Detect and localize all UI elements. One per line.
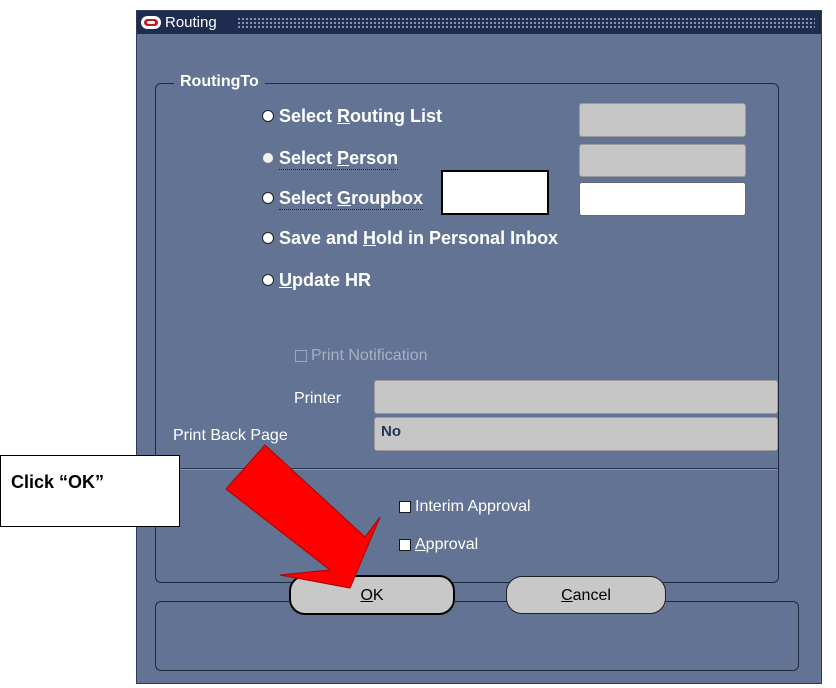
radio-button-icon[interactable] [262,232,274,244]
interim-approval-label: Interim Approval [415,498,531,515]
radio-label: Select Groupbox [279,188,424,210]
groupbox-field[interactable] [579,182,746,216]
radio-label: Select Routing List [279,106,443,126]
print-back-page-label: Print Back Page [173,427,288,444]
annotation-highlight-box [441,170,549,215]
group-divider [156,468,778,469]
print-notification-label: Print Notification [311,347,428,364]
approval-label: Approval [415,536,479,553]
radio-label: Save and Hold in Personal Inbox [279,228,559,248]
routing-to-group: RoutingTo Select Routing List Select Per… [155,73,779,583]
checkbox-icon[interactable] [399,539,411,551]
cancel-button[interactable]: Cancel [506,576,666,614]
checkbox-icon[interactable] [295,350,307,362]
routing-to-legend: RoutingTo [174,73,265,91]
person-field[interactable] [579,144,746,177]
window-title: Routing [165,14,217,31]
radio-button-icon[interactable] [262,274,274,286]
radio-button-icon[interactable] [262,152,274,164]
print-back-page-field[interactable]: No [374,417,778,451]
annotation-callout: Click “OK” [0,455,180,527]
printer-label: Printer [294,390,342,407]
title-bar[interactable]: Routing [137,11,821,34]
ok-button[interactable]: OK [289,575,455,615]
radio-label: Select Person [279,148,399,170]
checkbox-icon[interactable] [399,501,411,513]
printer-field[interactable] [374,380,778,414]
title-bar-pattern [237,17,815,28]
button-group [155,601,799,671]
radio-button-icon[interactable] [262,110,274,122]
routing-list-field[interactable] [579,103,746,137]
radio-label: Update HR [279,270,372,290]
print-back-page-value: No [381,423,401,440]
radio-button-icon[interactable] [262,192,274,204]
oracle-logo-icon [141,16,161,29]
callout-text: Click “OK” [11,472,105,492]
routing-window: Routing RoutingTo Select Routing List Se… [136,10,822,684]
